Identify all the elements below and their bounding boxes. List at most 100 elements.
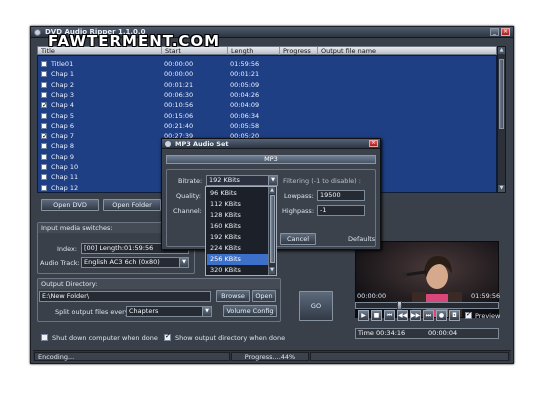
- chevron-down-icon[interactable]: ▼: [268, 176, 277, 185]
- row-title: Chap 7: [51, 132, 74, 141]
- row-checkbox[interactable]: [41, 164, 47, 170]
- row-start: 00:00:00: [164, 70, 194, 79]
- preview-checkbox[interactable]: [465, 310, 472, 319]
- bitrate-option[interactable]: 96 KBits: [207, 188, 269, 199]
- dropdown-scrollbar[interactable]: ▲ ▼: [268, 187, 276, 275]
- seek-slider[interactable]: [355, 301, 499, 310]
- scroll-thumb[interactable]: [499, 59, 504, 129]
- output-directory-input[interactable]: E:\New Folder\: [39, 291, 211, 302]
- row-checkbox[interactable]: [41, 122, 47, 129]
- preview-label: Preview: [475, 312, 501, 320]
- lowpass-label: Lowpass:: [284, 192, 314, 200]
- column-header-length[interactable]: Length: [228, 47, 280, 55]
- audio-track-value: English AC3 6ch (0x80): [84, 258, 160, 266]
- cancel-button[interactable]: Cancel: [280, 233, 316, 245]
- column-header-progress[interactable]: Progress: [280, 47, 318, 55]
- volume-config-button[interactable]: Volume Config: [223, 305, 277, 317]
- row-start: 00:01:21: [164, 80, 194, 89]
- disc-icon: [34, 29, 41, 36]
- split-select[interactable]: Chapters ▼: [126, 306, 212, 317]
- snapshot-icon[interactable]: ◘: [449, 310, 460, 321]
- open-dvd-button[interactable]: Open DVD: [41, 199, 99, 211]
- defaults-link[interactable]: Defaults: [348, 235, 375, 243]
- bitrate-option[interactable]: 112 KBits: [207, 199, 269, 210]
- audio-track-select[interactable]: English AC3 6ch (0x80) ▼: [81, 257, 189, 268]
- table-row[interactable]: Chap 3 00:06:30 00:04:26: [38, 90, 496, 100]
- bitrate-option[interactable]: 192 KBits: [207, 232, 269, 243]
- minimize-icon[interactable]: _: [490, 28, 499, 36]
- stop-icon[interactable]: ■: [371, 310, 382, 321]
- bitrate-option[interactable]: 256 KBits: [207, 254, 269, 265]
- chevron-down-icon[interactable]: ▼: [202, 307, 211, 316]
- bitrate-select[interactable]: 192 KBits ▼: [206, 175, 278, 186]
- dialog-title-bar: MP3 Audio Set ×: [162, 139, 380, 149]
- row-title: Chap 9: [51, 152, 74, 161]
- lowpass-input[interactable]: 19500: [317, 190, 365, 201]
- column-header-output-file-name[interactable]: Output file name: [318, 47, 497, 55]
- record-icon[interactable]: ●: [436, 310, 447, 321]
- time-end: 01:59:56: [471, 292, 501, 300]
- row-checkbox[interactable]: [41, 153, 47, 160]
- output-directory-title: Output Directory:: [38, 279, 280, 289]
- rewind-icon[interactable]: ◀◀: [397, 310, 408, 321]
- bitrate-dropdown-list[interactable]: 96 KBits 112 KBits 128 KBits 160 KBits 192 K…: [205, 186, 277, 276]
- forward-icon[interactable]: ▶▶: [410, 310, 421, 321]
- row-checkbox[interactable]: [41, 112, 47, 119]
- row-checkbox[interactable]: [41, 131, 48, 141]
- row-checkbox[interactable]: [41, 81, 47, 88]
- dropdown-scroll-thumb[interactable]: [270, 195, 275, 263]
- play-icon[interactable]: ▶: [358, 310, 369, 321]
- audio-track-label: Audio Track:: [40, 259, 80, 267]
- list-scrollbar[interactable]: ▲ ▼: [497, 46, 506, 193]
- row-length: 00:01:21: [230, 70, 260, 79]
- lowpass-value: 19500: [320, 191, 341, 199]
- scroll-down-icon[interactable]: ▼: [498, 185, 505, 192]
- table-row[interactable]: Chap 1 00:00:00 00:01:21: [38, 69, 496, 79]
- open-folder-button[interactable]: Open Folder: [103, 199, 161, 211]
- status-progress: Progress....44%: [231, 352, 309, 361]
- show-directory-checkbox[interactable]: [164, 332, 171, 341]
- scroll-up-icon[interactable]: ▲: [269, 187, 275, 194]
- highpass-input[interactable]: -1: [317, 205, 365, 216]
- table-row[interactable]: Title01 00:00:00 01:59:56: [38, 59, 496, 69]
- split-value: Chapters: [129, 307, 159, 315]
- go-button[interactable]: GO: [299, 291, 333, 321]
- end-icon[interactable]: ⏭: [423, 310, 434, 321]
- row-length: 00:06:34: [230, 111, 260, 120]
- open-button[interactable]: Open: [252, 290, 276, 302]
- row-checkbox[interactable]: [41, 61, 47, 67]
- row-length: 00:05:09: [230, 80, 260, 89]
- close-icon[interactable]: ×: [369, 140, 378, 147]
- filtering-label: Filtering (-1 to disable) :: [283, 177, 361, 185]
- row-checkbox[interactable]: [41, 184, 47, 191]
- close-icon[interactable]: ×: [501, 28, 510, 36]
- bitrate-option[interactable]: 320 KBits: [207, 265, 269, 276]
- start-icon[interactable]: ⏮: [384, 310, 395, 321]
- split-label: Split output files every:: [55, 308, 131, 316]
- browse-button[interactable]: Browse: [216, 290, 250, 302]
- dialog-section-title: MP3: [166, 155, 376, 164]
- chevron-down-icon[interactable]: ▼: [179, 258, 188, 267]
- row-checkbox[interactable]: [41, 91, 47, 98]
- row-checkbox[interactable]: [41, 71, 47, 78]
- table-row[interactable]: Chap 4 00:10:56 00:04:09: [38, 100, 496, 110]
- seek-knob[interactable]: [397, 301, 402, 310]
- table-row[interactable]: Chap 6 00:21:40 00:05:58: [38, 121, 496, 131]
- scroll-up-icon[interactable]: ▲: [498, 47, 505, 54]
- status-state: Encoding...: [34, 352, 230, 361]
- scroll-down-icon[interactable]: ▼: [269, 267, 275, 274]
- time-readout: Time 00:34:16 00:00:04: [355, 328, 499, 339]
- row-length: 00:04:09: [230, 101, 260, 110]
- bitrate-option[interactable]: 128 KBits: [207, 210, 269, 221]
- disc-icon: [165, 141, 171, 147]
- row-checkbox[interactable]: [41, 143, 47, 150]
- watermark-text: FAWTERMENT.COM: [48, 32, 221, 50]
- table-row[interactable]: Chap 2 00:01:21 00:05:09: [38, 80, 496, 90]
- row-checkbox[interactable]: [41, 100, 48, 110]
- table-row[interactable]: Chap 5 00:15:06 00:06:34: [38, 111, 496, 121]
- bitrate-option[interactable]: 160 KBits: [207, 221, 269, 232]
- row-checkbox[interactable]: [41, 174, 47, 181]
- bitrate-option[interactable]: 224 KBits: [207, 243, 269, 254]
- status-empty: [310, 352, 509, 361]
- shutdown-checkbox[interactable]: [41, 334, 48, 341]
